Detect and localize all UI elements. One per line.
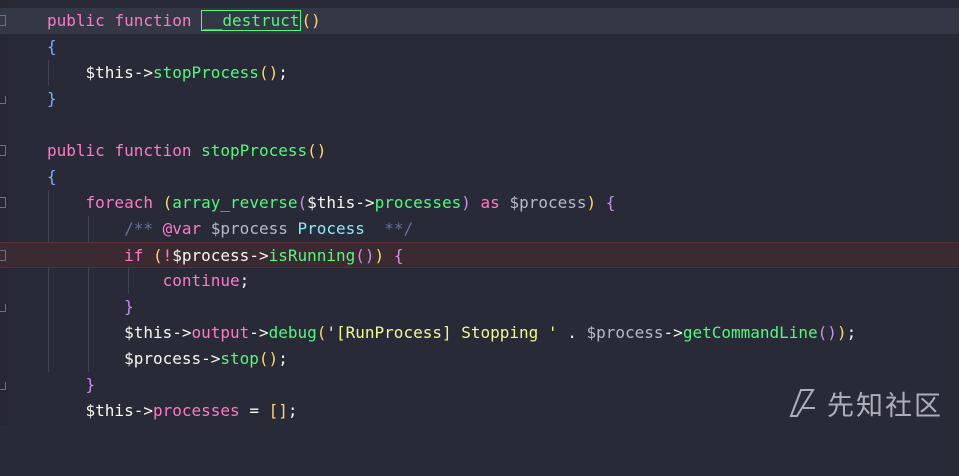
operator: = <box>249 401 259 420</box>
operator: ! <box>162 246 173 265</box>
code-line-10[interactable]: if (!$process->isRunning()) { <box>0 242 959 268</box>
keyword: foreach <box>85 193 153 212</box>
brace: { <box>393 246 404 265</box>
fold-start-icon[interactable] <box>0 250 6 261</box>
method-call: debug <box>268 323 317 342</box>
doc-comment-var: $process <box>210 219 288 238</box>
brace: { <box>605 193 616 212</box>
code-line-13[interactable]: $this->output->debug('[RunProcess] Stopp… <box>0 320 959 346</box>
operator: -> <box>249 246 269 265</box>
parens: () <box>307 141 327 160</box>
method-call: stop <box>220 349 259 368</box>
semicolon: ; <box>287 401 298 420</box>
fold-end-icon[interactable] <box>0 382 6 390</box>
operator: -> <box>355 193 375 212</box>
semicolon: ; <box>846 323 857 342</box>
semicolon: ; <box>278 349 288 368</box>
paren: ) <box>586 193 597 212</box>
keyword: function <box>114 11 192 30</box>
paren: ( <box>297 193 308 212</box>
string-literal: '[RunProcess] Stopping ' <box>326 323 558 342</box>
variable: $this <box>85 401 134 420</box>
variable: $this <box>85 63 134 82</box>
parens: () <box>258 63 279 82</box>
watermark-text: 先知社区 <box>827 390 943 422</box>
code-line-5[interactable] <box>0 112 959 138</box>
property: output <box>191 323 250 342</box>
variable: $process <box>509 193 587 212</box>
operator: -> <box>201 349 221 368</box>
xianzhi-logo-icon <box>789 389 815 417</box>
keyword: continue <box>162 271 240 290</box>
code-line-6[interactable]: public function stopProcess() <box>0 138 959 164</box>
function-name-highlighted: __destruct <box>201 10 302 31</box>
fold-start-icon[interactable] <box>0 15 6 26</box>
variable: $process <box>124 349 202 368</box>
semicolon: ; <box>239 271 250 290</box>
variable: $process <box>172 246 250 265</box>
code-line-7[interactable]: { <box>0 164 959 190</box>
brace: } <box>124 297 134 316</box>
paren: ) <box>836 323 847 342</box>
code-line-12[interactable]: } <box>0 294 959 320</box>
code-line-8[interactable]: foreach (array_reverse($this->processes)… <box>0 190 959 216</box>
brace: { <box>47 37 57 56</box>
code-line-2[interactable]: { <box>0 34 959 60</box>
code-editor[interactable]: public function __destruct() { $this->st… <box>0 0 959 425</box>
paren: ) <box>374 246 385 265</box>
doc-comment-type: Process <box>297 219 365 238</box>
array-literal: [] <box>268 401 288 420</box>
operator: -> <box>249 323 269 342</box>
code-line-11[interactable]: continue; <box>0 268 959 294</box>
parens: () <box>355 246 375 265</box>
method-call: stopProcess <box>152 63 259 82</box>
operator: -> <box>172 323 192 342</box>
brace: } <box>47 89 57 108</box>
function-call: array_reverse <box>172 193 298 212</box>
keyword: public <box>47 11 105 30</box>
paren: ( <box>316 323 327 342</box>
operator: -> <box>133 63 153 82</box>
method-call: getCommandLine <box>682 323 818 342</box>
keyword: public <box>47 141 105 160</box>
variable: $this <box>307 193 356 212</box>
doc-comment-tag: @var <box>162 219 202 238</box>
fold-start-icon[interactable] <box>0 145 6 156</box>
semicolon: ; <box>278 63 288 82</box>
method-call: isRunning <box>268 246 356 265</box>
brace: } <box>85 375 96 394</box>
function-name: stopProcess <box>201 141 308 160</box>
watermark: 先知社区 <box>785 383 943 423</box>
code-line-9[interactable]: /** @var $process Process **/ <box>0 216 959 242</box>
code-line-3[interactable]: $this->stopProcess(); <box>0 60 959 86</box>
keyword: if <box>124 246 144 265</box>
keyword: as <box>480 193 500 212</box>
code-line-4[interactable]: } <box>0 86 959 112</box>
variable: $process <box>586 323 664 342</box>
doc-comment-open: /** <box>124 219 153 238</box>
variable: $this <box>124 323 173 342</box>
parens: () <box>301 11 321 30</box>
code-line-1[interactable]: public function __destruct() <box>0 8 959 34</box>
fold-end-icon[interactable] <box>0 304 6 312</box>
paren: ) <box>461 193 471 212</box>
operator: -> <box>663 323 683 342</box>
paren: ( <box>162 193 173 212</box>
parens: () <box>817 323 837 342</box>
brace: { <box>47 167 57 186</box>
fold-end-icon[interactable] <box>0 96 6 104</box>
property: processes <box>374 193 462 212</box>
property: processes <box>152 401 240 420</box>
code-line-14[interactable]: $process->stop(); <box>0 346 959 372</box>
parens: () <box>258 349 279 368</box>
keyword: function <box>114 141 192 160</box>
fold-start-icon[interactable] <box>0 197 6 208</box>
operator: -> <box>133 401 153 420</box>
paren: ( <box>152 246 163 265</box>
doc-comment-close: **/ <box>384 219 414 238</box>
operator: . <box>567 323 577 342</box>
